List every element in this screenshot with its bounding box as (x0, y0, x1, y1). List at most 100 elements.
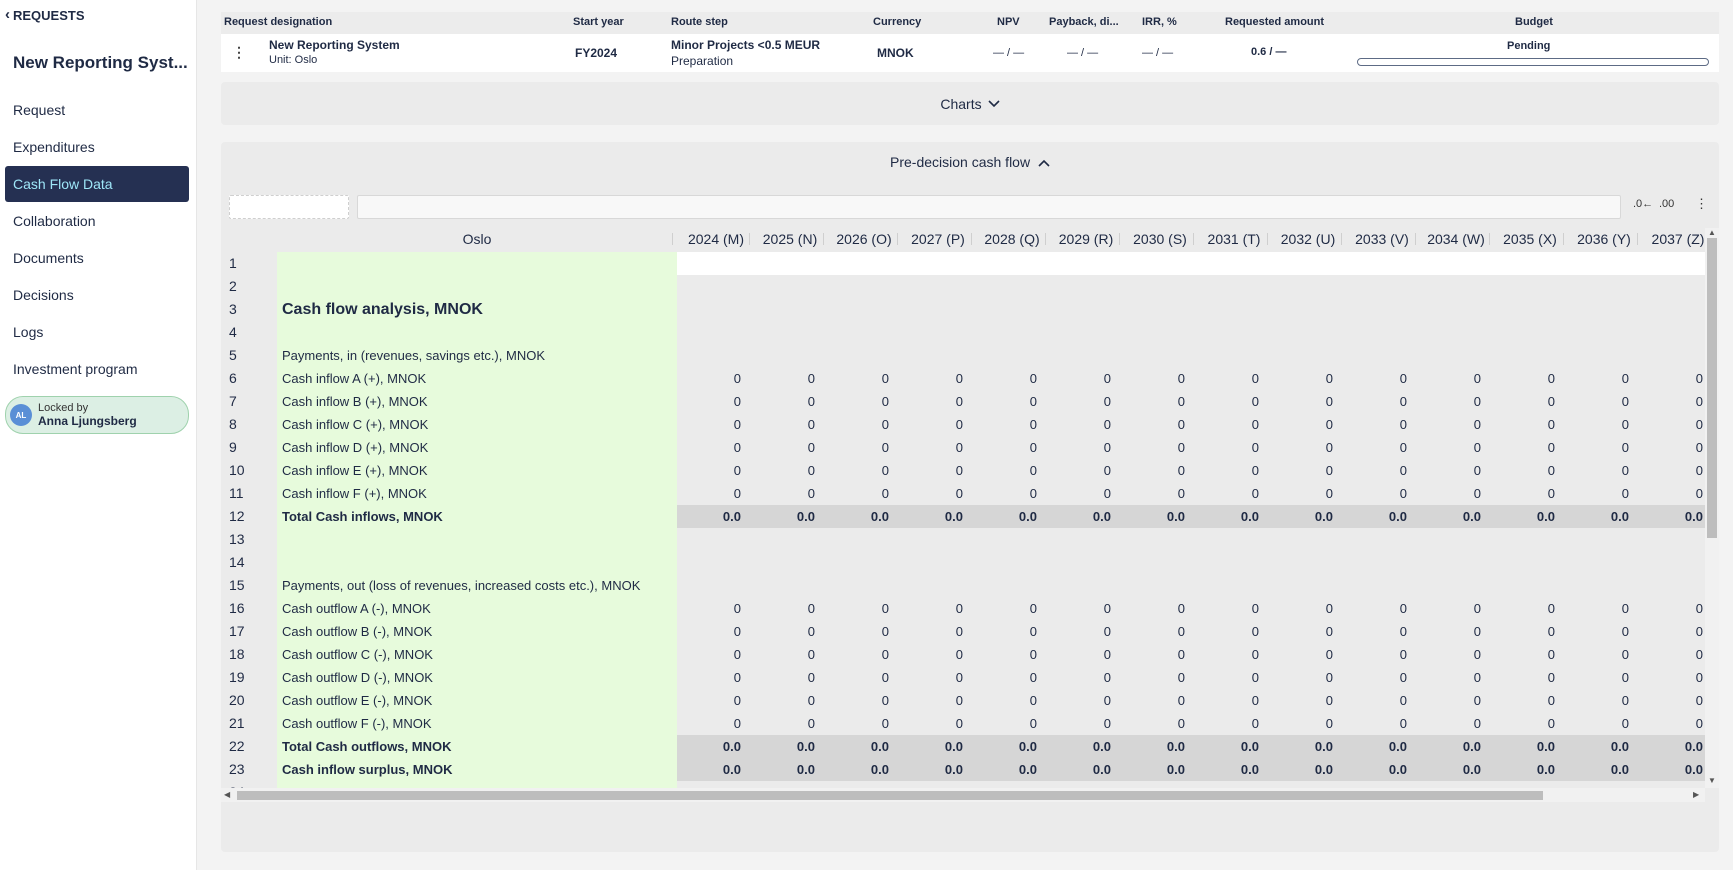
sidebar-item-collaboration[interactable]: Collaboration (5, 203, 189, 239)
cell-value[interactable]: 0 (975, 601, 1037, 616)
cell-value[interactable]: 0.0 (901, 739, 963, 754)
cell-value[interactable]: 0.0 (1049, 739, 1111, 754)
column-resize-handle[interactable] (823, 233, 824, 245)
row-number[interactable]: 5 (229, 347, 237, 363)
cell-value[interactable]: 0 (1345, 463, 1407, 478)
cell-value[interactable]: 0 (901, 647, 963, 662)
row-label[interactable]: Cash outflow A (-), MNOK (282, 601, 431, 616)
column-header-year[interactable]: 2031 (T) (1197, 228, 1271, 250)
column-resize-handle[interactable] (1119, 233, 1120, 245)
row-number[interactable]: 9 (229, 439, 237, 455)
cell-value[interactable]: 0 (901, 693, 963, 708)
cell-value[interactable]: 0 (901, 440, 963, 455)
cell-value[interactable]: 0 (1197, 486, 1259, 501)
row-number[interactable]: 15 (229, 577, 245, 593)
formula-bar-input[interactable] (357, 195, 1621, 219)
cell-value[interactable]: 0 (679, 371, 741, 386)
row-label[interactable]: Cash outflow D (-), MNOK (282, 670, 433, 685)
cell-value[interactable]: 0 (1197, 417, 1259, 432)
cell-value[interactable]: 0 (1641, 693, 1703, 708)
cell-value[interactable]: 0 (1123, 693, 1185, 708)
cell-value[interactable]: 0 (1271, 647, 1333, 662)
cell-value[interactable]: 0 (1345, 670, 1407, 685)
row-number[interactable]: 2 (229, 278, 237, 294)
cell-value[interactable]: 0 (1419, 440, 1481, 455)
cell-value[interactable]: 0 (1641, 624, 1703, 639)
cell-value[interactable]: 0 (1419, 601, 1481, 616)
cell-value[interactable]: 0 (679, 647, 741, 662)
cell-value[interactable]: 0 (1123, 417, 1185, 432)
scroll-down-icon[interactable]: ▼ (1708, 776, 1716, 785)
cell-value[interactable]: 0 (1419, 670, 1481, 685)
row-label[interactable]: Cash outflow B (-), MNOK (282, 624, 432, 639)
cell-value[interactable]: 0 (753, 486, 815, 501)
row-label[interactable]: Cash outflow C (-), MNOK (282, 647, 433, 662)
cell-value[interactable]: 0 (1419, 417, 1481, 432)
cell-value[interactable]: 0 (679, 440, 741, 455)
cashflow-toggle[interactable]: Pre-decision cash flow (221, 154, 1719, 170)
cell-value[interactable]: 0 (1493, 647, 1555, 662)
row-label[interactable]: Cash flow analysis, MNOK (282, 301, 483, 319)
cell-value[interactable]: 0.0 (1271, 762, 1333, 777)
cell-value[interactable]: 0 (1049, 693, 1111, 708)
cell-value[interactable]: 0 (1493, 371, 1555, 386)
row-number[interactable]: 13 (229, 531, 245, 547)
cell-value[interactable]: 0 (1567, 716, 1629, 731)
vertical-scroll-thumb[interactable] (1707, 238, 1717, 538)
cell-value[interactable]: 0 (1271, 601, 1333, 616)
sidebar-item-logs[interactable]: Logs (5, 314, 189, 350)
cell-value[interactable]: 0 (1345, 371, 1407, 386)
column-resize-handle[interactable] (672, 233, 673, 245)
row-number[interactable]: 14 (229, 554, 245, 570)
sidebar-item-documents[interactable]: Documents (5, 240, 189, 276)
cell-value[interactable]: 0.0 (1197, 762, 1259, 777)
cell-value[interactable]: 0 (1345, 417, 1407, 432)
column-header-year[interactable]: 2037 (Z) (1641, 228, 1705, 250)
cell-value[interactable]: 0 (1567, 693, 1629, 708)
cell-value[interactable]: 0 (1493, 417, 1555, 432)
cell-value[interactable]: 0 (1567, 624, 1629, 639)
cell-value[interactable]: 0 (1123, 440, 1185, 455)
cell-value[interactable]: 0 (679, 693, 741, 708)
cell-value[interactable]: 0 (1049, 601, 1111, 616)
cell-value[interactable]: 0 (1493, 601, 1555, 616)
column-resize-handle[interactable] (1341, 233, 1342, 245)
cell-value[interactable]: 0 (1419, 394, 1481, 409)
cell-value[interactable]: 0 (753, 716, 815, 731)
cell-value[interactable]: 0 (1567, 670, 1629, 685)
horizontal-scroll-thumb[interactable] (237, 791, 1543, 800)
cell-value[interactable]: 0.0 (1197, 739, 1259, 754)
cell-value[interactable]: 0 (975, 716, 1037, 731)
cell-value[interactable]: 0 (1197, 440, 1259, 455)
cell-value[interactable]: 0 (753, 463, 815, 478)
row-label[interactable]: Cash outflow E (-), MNOK (282, 693, 432, 708)
row-label[interactable]: Cash inflow B (+), MNOK (282, 394, 428, 409)
row-label[interactable]: Cash outflow F (-), MNOK (282, 716, 432, 731)
cell-value[interactable]: 0 (1567, 486, 1629, 501)
cell-value[interactable]: 0 (1271, 463, 1333, 478)
cell-value[interactable]: 0 (679, 601, 741, 616)
cell-value[interactable]: 0 (1567, 601, 1629, 616)
column-resize-handle[interactable] (1045, 233, 1046, 245)
cell-value[interactable]: 0.0 (1567, 509, 1629, 524)
cell-value[interactable]: 0 (679, 463, 741, 478)
cell-value[interactable]: 0 (1123, 394, 1185, 409)
cell-value[interactable]: 0 (1345, 394, 1407, 409)
cell-value[interactable]: 0 (1567, 417, 1629, 432)
cell-value[interactable]: 0 (827, 440, 889, 455)
column-resize-handle[interactable] (1489, 233, 1490, 245)
cell-value[interactable]: 0 (1493, 394, 1555, 409)
cell-value[interactable]: 0 (1419, 624, 1481, 639)
row-number[interactable]: 7 (229, 393, 237, 409)
column-header-year[interactable]: 2035 (X) (1493, 228, 1567, 250)
cell-value[interactable]: 0 (1049, 394, 1111, 409)
cell-value[interactable]: 0 (1197, 716, 1259, 731)
cell-value[interactable]: 0 (1641, 417, 1703, 432)
cell-value[interactable]: 0 (1419, 693, 1481, 708)
cell-value[interactable]: 0 (1641, 670, 1703, 685)
cell-value[interactable]: 0 (1419, 463, 1481, 478)
row-number[interactable]: 6 (229, 370, 237, 386)
cell-value[interactable]: 0 (1197, 394, 1259, 409)
cell-value[interactable]: 0 (975, 417, 1037, 432)
cell-value[interactable]: 0 (753, 440, 815, 455)
